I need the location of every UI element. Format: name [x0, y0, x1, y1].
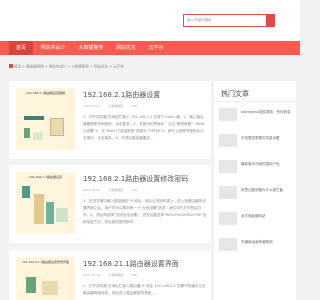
sidebar-item-label[interactable]: 台式电脑做网站 [241, 214, 293, 219]
article-category[interactable]: 大数据服务 [108, 273, 123, 277]
search-input[interactable]: 输入关键词搜索 [183, 14, 267, 27]
article-views: 0TC [131, 273, 138, 277]
sidebar-item-thumbnail[interactable] [219, 134, 237, 147]
thumbnail-caption: 192.168.21.1路由器设置登录界面 [21, 260, 70, 264]
article-card[interactable]: 192.168.2.1路由器设置图解 192.168.2.1路由器设置 2023… [9, 81, 211, 159]
sidebar-item[interactable]: 最新版本济南的国际产品 [219, 160, 291, 173]
sidebar-item-thumbnail[interactable] [219, 186, 237, 199]
nav-item-big-data[interactable]: 大数据服务 [73, 41, 109, 55]
article-meta: 2023-02-07 大数据服务 0TC [83, 273, 145, 277]
article-thumbnail[interactable]: 192.168.2.1路由器设置图解 [16, 88, 75, 150]
nav-item-cloud[interactable]: 云平台 [143, 41, 169, 55]
sidebar-item-label[interactable]: 华通南运营商营路测 [241, 240, 293, 245]
article-title[interactable]: 192.168.2.1路由器设置修改密码 [83, 174, 188, 184]
article-card[interactable]: 192.168.2.1路由器设置 192.168.2.1路由器设置修改密码 20… [9, 165, 211, 243]
article-views: 0TC [131, 188, 138, 192]
top-header: 输入关键词搜索 [0, 0, 300, 41]
sidebar-item-thumbnail[interactable] [219, 212, 237, 225]
article-title[interactable]: 192.168.2.1路由器设置 [83, 90, 160, 100]
article-date: 2023-02-07 [83, 188, 101, 192]
thumbnail-caption: 192.168.2.1路由器设置图解 [25, 91, 66, 95]
sidebar-item-thumbnail[interactable] [219, 108, 237, 121]
article-excerpt: 1、在浏览器中输入路由器的 IP 地址，然后点击回车键入。进入到路由器的设置界面… [83, 199, 207, 224]
article-excerpt: 1、打开浏览器 在地址栏输入 192.168.2.1 并按下 Enter 键。2… [83, 115, 205, 140]
article-title[interactable]: 192.168.21.1路由器设置界面 [83, 259, 179, 269]
article-excerpt: 1、打开浏览器 在地址栏输入路由器 IP 地址 192.168.1.1 如果不知… [83, 284, 206, 295]
article-thumbnail[interactable]: 192.168.2.1路由器设置 [16, 172, 75, 234]
sidebar-item-label[interactable]: 手机要变更要的流量设置 [241, 136, 293, 141]
sidebar-item-thumbnail[interactable] [219, 160, 237, 173]
article-thumbnail[interactable]: 192.168.21.1路由器设置登录界面 [16, 257, 75, 300]
sidebar-item[interactable]: wordpress插件更新，有何信息 [219, 108, 291, 121]
sidebar-item-thumbnail[interactable] [219, 238, 237, 251]
sidebar-item-label[interactable]: 最新版本济南的国际产品 [241, 162, 293, 167]
search-button[interactable] [267, 14, 275, 27]
breadcrumb: 首页 > 路由器网络 > 网站内设计 > 大数据服务 > 网站优化 > 云平台 [9, 64, 124, 70]
main-nav: 首页 网站内设计 大数据服务 网站优化 云平台 [0, 41, 300, 55]
article-meta: 2023-02-07 大数据服务 0TC [83, 104, 145, 108]
article-card[interactable]: 192.168.21.1路由器设置登录界面 192.168.21.1路由器设置界… [9, 250, 211, 300]
divider [214, 101, 296, 102]
article-meta: 2023-02-07 大数据服务 0TC [83, 188, 145, 192]
sidebar-item[interactable]: 台式电脑做网站 [219, 212, 291, 225]
breadcrumb-text: 首页 > 路由器网络 > 网站内设计 > 大数据服务 > 网站优化 > 云平台 [14, 64, 124, 69]
article-category[interactable]: 大数据服务 [108, 104, 123, 108]
sidebar-item[interactable]: 手机要变更要的流量设置 [219, 134, 291, 147]
thumbnail-caption: 192.168.2.1路由器设置 [28, 175, 63, 179]
nav-item-seo[interactable]: 网站优化 [110, 41, 142, 55]
sidebar-item-label[interactable]: wordpress插件更新，有何信息 [241, 110, 293, 115]
sidebar-item[interactable]: 华通南运营商营路测 [219, 238, 291, 251]
sidebar-title: 热门文章 [221, 90, 249, 98]
sidebar-hot-articles: 热门文章 wordpress插件更新，有何信息 手机要变更要的流量设置 最新版本… [214, 81, 296, 300]
sidebar-item[interactable]: 阿里云服务器为什么被拦截 [219, 186, 291, 199]
article-date: 2023-02-07 [83, 104, 101, 108]
home-icon [9, 64, 13, 68]
sidebar-item-label[interactable]: 阿里云服务器为什么被拦截 [241, 188, 293, 193]
article-category[interactable]: 大数据服务 [108, 188, 123, 192]
nav-item-web-design[interactable]: 网站内设计 [35, 41, 71, 55]
article-date: 2023-02-07 [83, 273, 101, 277]
article-views: 0TC [131, 104, 138, 108]
nav-item-home[interactable]: 首页 [9, 41, 33, 55]
